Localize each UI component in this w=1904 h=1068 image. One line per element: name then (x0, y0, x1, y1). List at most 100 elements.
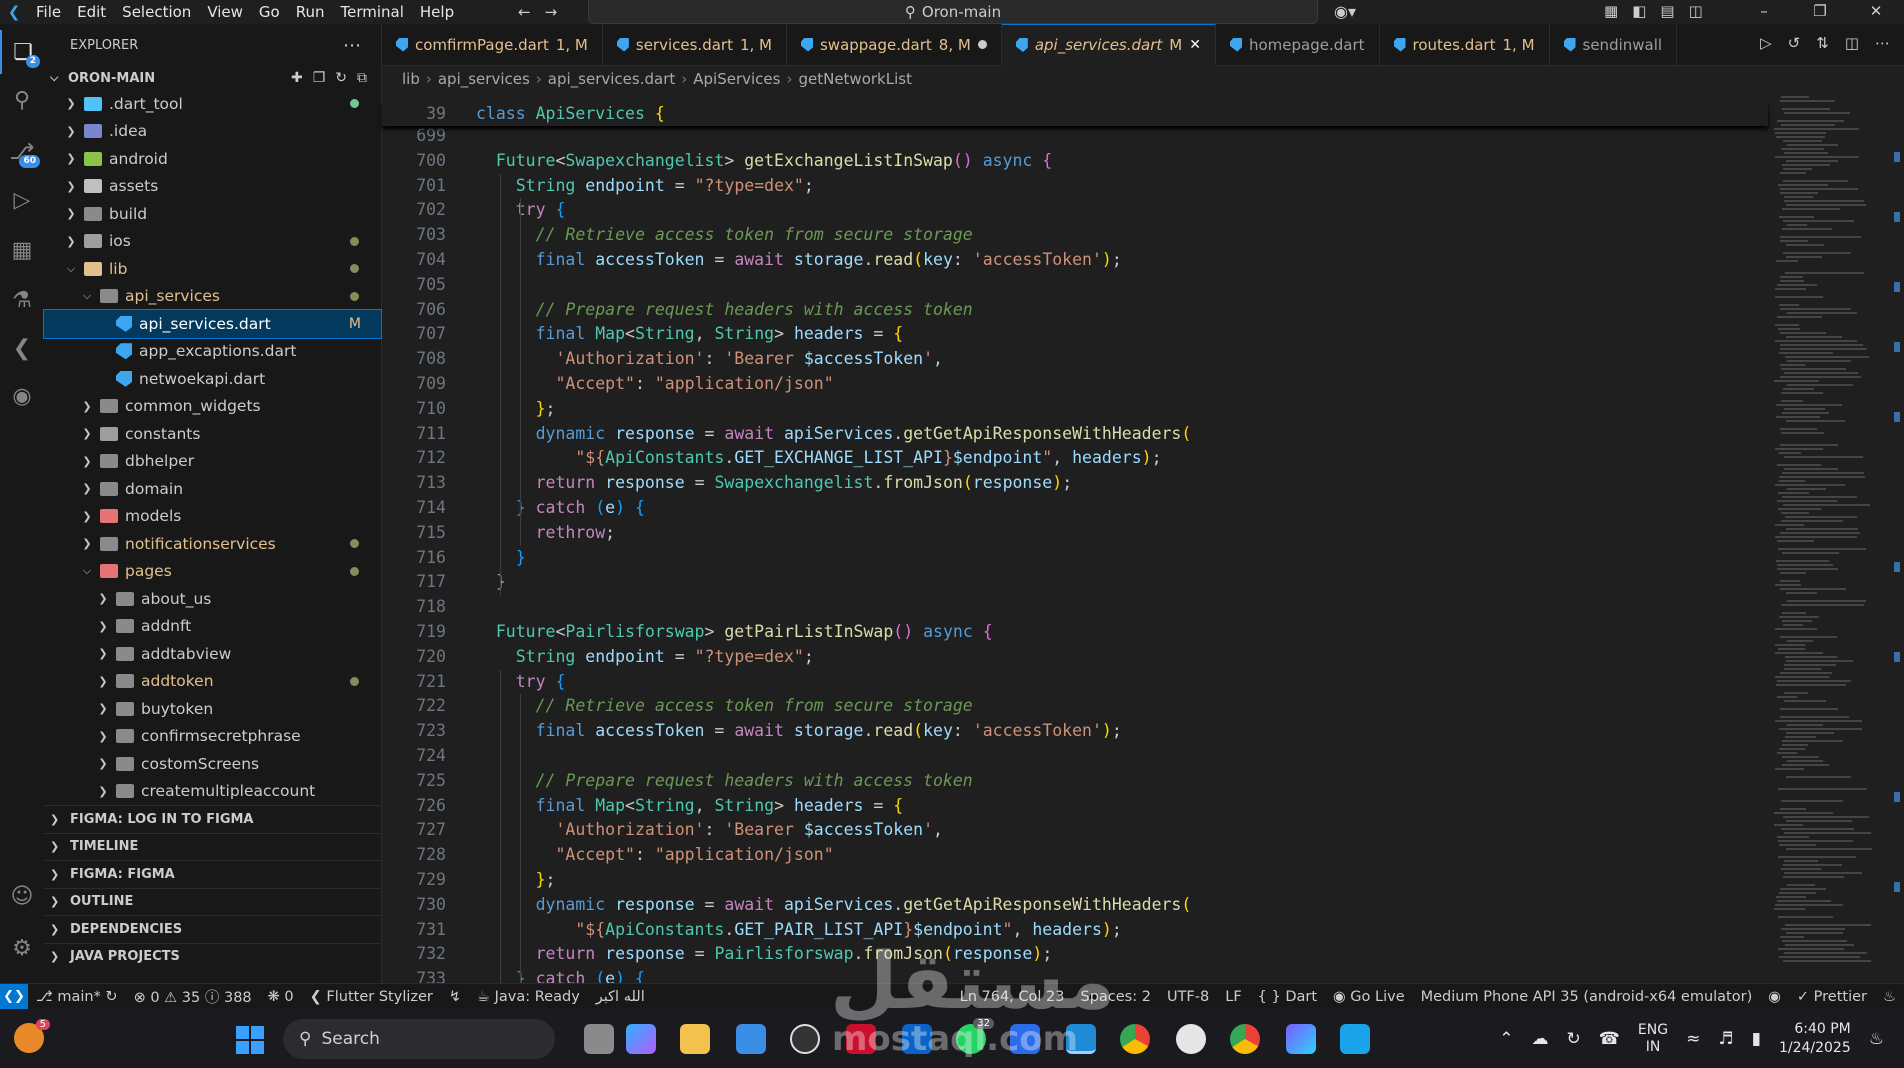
chevron-up-icon[interactable]: ⌃ (1499, 1029, 1513, 1049)
run-debug-icon[interactable]: ▷ (0, 178, 44, 222)
git-compare-icon[interactable]: ⇅ (1816, 34, 1829, 52)
tree-file[interactable]: api_services.dart M (43, 309, 382, 339)
command-center[interactable]: ⚲ Oron-main (588, 0, 1318, 24)
source-control-icon[interactable]: ⎇ 60 (0, 130, 44, 174)
editor-tab[interactable]: comfirmPage.dart 1, M (382, 23, 603, 66)
menu-file[interactable]: File (28, 0, 69, 24)
tree-folder[interactable]: ❯ ios (44, 228, 381, 256)
tree-folder[interactable]: ❯ assets (44, 173, 381, 201)
notifications-icon[interactable]: ♨ (1875, 989, 1904, 1005)
menu-help[interactable]: Help (412, 0, 462, 24)
editor-tab[interactable]: api_services.dart M ✕ (1001, 23, 1216, 66)
workspace-root[interactable]: ⌵ ORON-MAIN ✚ ❐ ↻ ⧉ (44, 66, 381, 90)
language-indicator[interactable]: ENG IN (1638, 1022, 1668, 1056)
sync-icon[interactable]: ↻ (1566, 1029, 1580, 1049)
chrome-profile-icon[interactable] (1230, 1024, 1260, 1054)
end-of-line[interactable]: LF (1217, 989, 1249, 1005)
open-changes-icon[interactable]: ↺ (1788, 34, 1801, 52)
breadcrumb-item[interactable]: getNetworkList (798, 70, 911, 88)
maximize-icon[interactable]: ❐ (1792, 0, 1848, 22)
tree-folder[interactable]: ⌵ pages (44, 558, 381, 586)
app-icon[interactable] (1340, 1024, 1370, 1054)
outlook-icon[interactable] (902, 1024, 932, 1054)
more-actions-icon[interactable]: ⋯ (1875, 34, 1890, 52)
chatgpt-icon[interactable] (1176, 1024, 1206, 1054)
search-icon[interactable]: ⚲ (0, 78, 44, 122)
battery-icon[interactable]: ▮ (1752, 1029, 1761, 1049)
volume-icon[interactable]: ♬ (1718, 1029, 1733, 1049)
tree-folder[interactable]: ⌵ lib (44, 255, 381, 283)
notification-bell-icon[interactable]: ♨ (1869, 1029, 1884, 1049)
start-icon[interactable] (236, 1026, 264, 1054)
editor-tab[interactable]: sendinwall (1550, 23, 1678, 66)
tree-folder[interactable]: ❯ notificationservices (44, 530, 381, 558)
tree-folder[interactable]: ❯ addnft (44, 613, 381, 641)
problems-status[interactable]: ⊗ 0 ⚠ 35 ⓘ 388 (126, 986, 260, 1007)
cursor-position[interactable]: Ln 764, Col 23 (952, 989, 1073, 1005)
taskbar-search[interactable]: ⚲ Search (283, 1019, 555, 1059)
whatsapp-icon[interactable]: 32 (956, 1018, 994, 1054)
sidebar-section[interactable]: ❯ JAVA PROJECTS (44, 942, 381, 971)
store-icon[interactable] (736, 1024, 766, 1054)
clock[interactable]: 6:40 PM 1/24/2025 (1779, 1020, 1851, 1058)
sidebar-section[interactable]: ❯ OUTLINE (44, 887, 381, 916)
tree-folder[interactable]: ❯ about_us (44, 585, 381, 613)
tree-folder[interactable]: ❯ common_widgets (44, 393, 381, 421)
vscode-taskbar-icon[interactable] (1066, 1024, 1096, 1054)
indentation[interactable]: Spaces: 2 (1072, 989, 1158, 1005)
testing-icon[interactable]: ⚗ (0, 278, 44, 322)
tree-file[interactable]: netwoekapi.dart (44, 365, 381, 393)
mcafee-icon[interactable] (846, 1024, 876, 1054)
minimize-icon[interactable]: – (1736, 0, 1792, 22)
sidebar-section[interactable]: ❯ DEPENDENCIES (44, 915, 381, 943)
wifi-icon[interactable]: ≈ (1686, 1029, 1700, 1049)
settings-gear-icon[interactable]: ⚙ (0, 926, 44, 970)
language-mode[interactable]: { } Dart (1250, 989, 1325, 1005)
arabic-status[interactable]: الله اكبر (588, 989, 653, 1005)
widgets-icon[interactable]: 5 (14, 1019, 50, 1053)
branch-status[interactable]: ⎇ main* ↻ (28, 989, 126, 1005)
breadcrumb-item[interactable]: lib (402, 70, 420, 88)
editor-tab[interactable]: swappage.dart 8, M (787, 23, 1002, 66)
more-actions-icon[interactable]: ⋯ (343, 35, 361, 56)
breadcrumb-item[interactable]: api_services.dart (548, 70, 675, 88)
tree-folder[interactable]: ❯ dbhelper (44, 448, 381, 476)
java-status[interactable]: ☕ Java: Ready (469, 989, 588, 1005)
dell-icon[interactable] (790, 1024, 820, 1054)
tree-folder[interactable]: ❯ buytoken (44, 695, 381, 723)
toggle-sidebar-icon[interactable]: ◧ (1632, 2, 1646, 20)
menu-edit[interactable]: Edit (69, 0, 114, 24)
sidebar-section[interactable]: ❯ FIGMA: FIGMA (44, 860, 381, 888)
minimap[interactable] (1768, 92, 1890, 983)
tree-folder[interactable]: ❯ confirmsecretphrase (44, 723, 381, 751)
flutter-icon[interactable]: ❮ (0, 326, 44, 370)
refresh-icon[interactable]: ↻ (335, 70, 347, 86)
customize-layout-icon[interactable]: ▦ (1604, 2, 1618, 20)
tree-folder[interactable]: ❯ constants (44, 420, 381, 448)
breadcrumb-item[interactable]: ApiServices (693, 70, 780, 88)
code-editor[interactable]: 39 class ApiServices { 699 700 Future<Swa… (382, 92, 1768, 1013)
ports-status[interactable]: ❋ 0 (260, 989, 302, 1005)
remote-icon[interactable]: ❮❯ (0, 983, 28, 1010)
extensions-icon[interactable]: ▦ (0, 228, 44, 272)
vpn-icon[interactable] (1286, 1024, 1316, 1054)
vertical-scrollbar[interactable] (1890, 92, 1904, 983)
encoding[interactable]: UTF-8 (1159, 989, 1217, 1005)
sticky-scroll[interactable]: 39 class ApiServices { (382, 102, 1768, 126)
translate-icon[interactable] (1010, 1024, 1040, 1054)
task-view-icon[interactable] (584, 1024, 614, 1054)
tree-folder[interactable]: ❯ .dart_tool (44, 90, 381, 118)
tree-folder[interactable]: ❯ createmultipleaccount (44, 778, 381, 806)
menu-view[interactable]: View (199, 0, 251, 24)
copilot-icon[interactable]: ◉▾ (1334, 2, 1356, 21)
cloud-icon[interactable]: ☁ (1531, 1029, 1548, 1049)
tree-folder[interactable]: ❯ android (44, 145, 381, 173)
menu-run[interactable]: Run (288, 0, 333, 24)
editor-tab[interactable]: services.dart 1, M (603, 23, 787, 66)
tree-folder[interactable]: ❯ costomScreens (44, 750, 381, 778)
sidebar-section[interactable]: ❯ TIMELINE (44, 832, 381, 861)
lightning-icon[interactable]: ↯ (441, 989, 469, 1005)
run-icon[interactable]: ▷ (1760, 34, 1772, 52)
editor-tab[interactable]: routes.dart 1, M (1380, 23, 1550, 66)
toggle-secondary-sidebar-icon[interactable]: ◫ (1689, 2, 1703, 20)
